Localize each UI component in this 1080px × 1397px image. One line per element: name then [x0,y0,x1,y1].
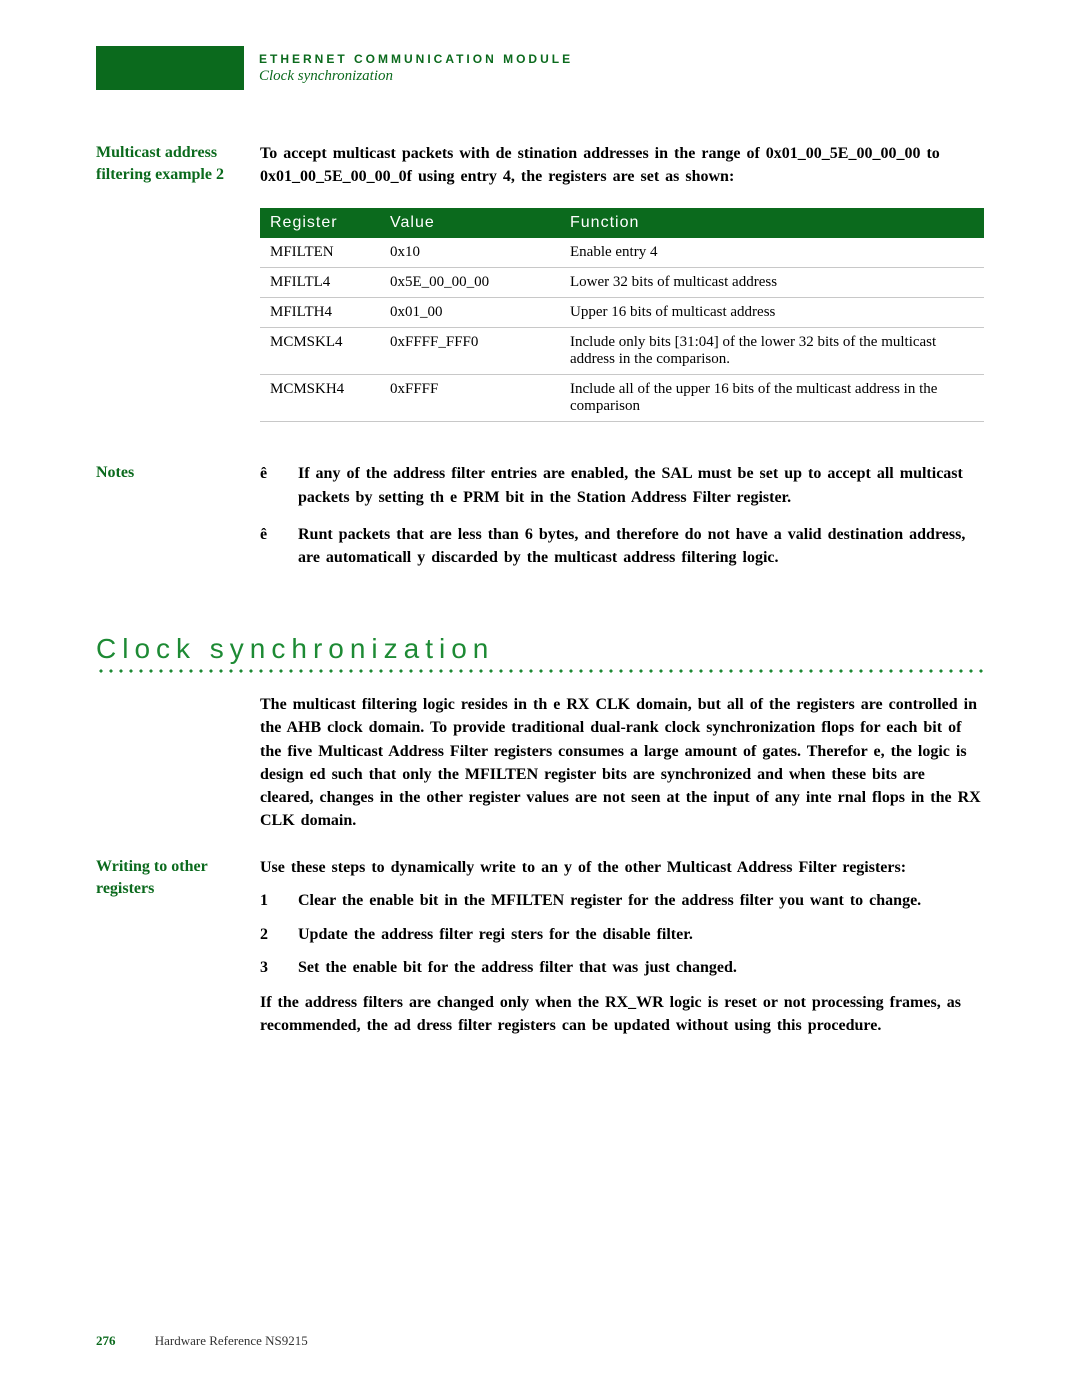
step-text: Clear the enable bit in the MFILTEN regi… [298,889,984,912]
cell-value: 0xFFFF [380,375,560,422]
page-number: 276 [96,1333,116,1348]
th-function: Function [560,208,984,238]
cell-value: 0x10 [380,238,560,268]
page-header: ETHERNET COMMUNICATION MODULE Clock sync… [259,52,573,85]
table-row: MCMSKH4 0xFFFF Include all of the upper … [260,375,984,422]
cell-register: MCMSKL4 [260,328,380,375]
writing-intro: Use these steps to dynamically write to … [260,856,984,879]
header-accent-block [96,46,244,90]
table-row: MFILTL4 0x5E_00_00_00 Lower 32 bits of m… [260,268,984,298]
cell-value: 0x5E_00_00_00 [380,268,560,298]
step-text: Set the enable bit for the address filte… [298,956,984,979]
section-heading: Clock synchronization [96,633,984,675]
example-intro: To accept multicast packets with de stin… [260,142,984,188]
notes-list: ê If any of the address filter entries a… [260,462,984,569]
side-label-example: Multicast address filtering example 2 [96,142,252,185]
code-rx-wr: RX_WR [605,994,664,1011]
note-item: ê If any of the address filter entries a… [260,462,984,508]
step-item: 3 Set the enable bit for the address fil… [260,956,984,979]
note-item: ê Runt packets that are less than 6 byte… [260,523,984,569]
note-text: Runt packets that are less than 6 bytes,… [298,523,984,569]
cell-register: MFILTL4 [260,268,380,298]
cell-function: Lower 32 bits of multicast address [560,268,984,298]
cell-value: 0x01_00 [380,298,560,328]
note-text: If any of the address filter entries are… [298,462,984,508]
cell-function: Upper 16 bits of multicast address [560,298,984,328]
doc-title: Hardware Reference NS9215 [155,1333,308,1348]
step-number: 3 [260,956,298,979]
cell-value: 0xFFFF_FFF0 [380,328,560,375]
cell-function: Include all of the upper 16 bits of the … [560,375,984,422]
step-number: 1 [260,889,298,912]
th-register: Register [260,208,380,238]
cell-function: Enable entry 4 [560,238,984,268]
section-title: Clock synchronization [96,633,984,665]
side-label-notes: Notes [96,462,252,484]
writing-postscript: If the address filters are changed only … [260,991,984,1037]
header-title: ETHERNET COMMUNICATION MODULE [259,52,573,66]
steps-list: 1 Clear the enable bit in the MFILTEN re… [260,889,984,979]
table-row: MFILTEN 0x10 Enable entry 4 [260,238,984,268]
step-number: 2 [260,923,298,946]
cell-register: MCMSKH4 [260,375,380,422]
th-value: Value [380,208,560,238]
step-text: Update the address filter regi sters for… [298,923,984,946]
step-item: 2 Update the address filter regi sters f… [260,923,984,946]
step-item: 1 Clear the enable bit in the MFILTEN re… [260,889,984,912]
register-table: Register Value Function MFILTEN 0x10 Ena… [260,208,984,422]
side-label-writing: Writing to other registers [96,856,252,899]
table-row: MFILTH4 0x01_00 Upper 16 bits of multica… [260,298,984,328]
dotted-rule [96,667,984,675]
bullet-glyph: ê [260,523,298,569]
header-subtitle: Clock synchronization [259,68,573,85]
cell-register: MFILTEN [260,238,380,268]
cell-register: MFILTH4 [260,298,380,328]
cell-function: Include only bits [31:04] of the lower 3… [560,328,984,375]
table-row: MCMSKL4 0xFFFF_FFF0 Include only bits [3… [260,328,984,375]
bullet-glyph: ê [260,462,298,508]
page-footer: 276 Hardware Reference NS9215 [96,1333,308,1349]
clock-paragraph: The multicast filtering logic resides in… [260,693,984,832]
